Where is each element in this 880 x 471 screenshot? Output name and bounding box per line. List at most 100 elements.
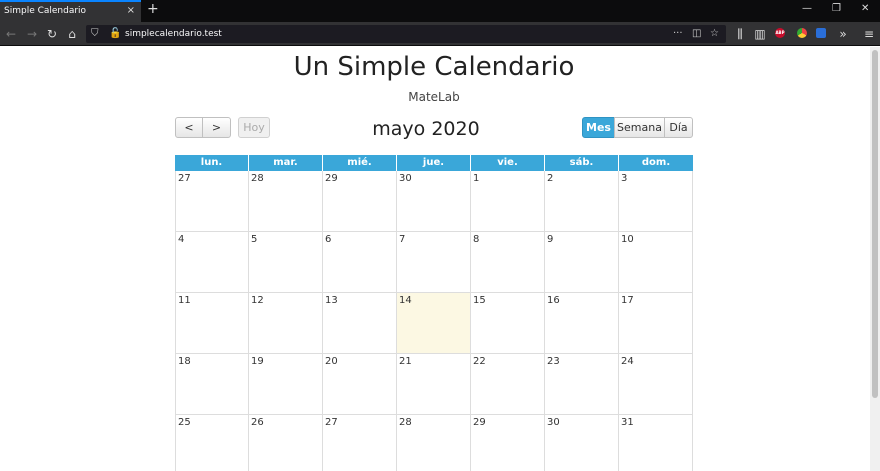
calendar-day-cell[interactable]: 14 (397, 293, 471, 354)
shield-icon[interactable]: ⛉ (91, 27, 99, 41)
calendar-day-cell[interactable]: 13 (323, 293, 397, 354)
day-number: 29 (325, 173, 338, 184)
translate-extension-icon[interactable] (816, 28, 826, 38)
browser-tab[interactable]: Simple Calendario × (0, 0, 141, 22)
tab-title: Simple Calendario (4, 6, 87, 16)
day-number: 10 (621, 234, 634, 245)
chevron-right-icon: > (211, 121, 222, 134)
calendar-day-cell[interactable]: 31 (619, 415, 693, 471)
browser-nav-bar: ← → ↻ ⌂ ⛉ 🔓 simplecalendario.test ··· ◫ … (0, 22, 880, 46)
day-number: 24 (621, 356, 634, 367)
library-icon[interactable]: ⫼ (732, 26, 748, 42)
calendar-day-cell[interactable]: 25 (175, 415, 249, 471)
calendar-day-cell[interactable]: 28 (397, 415, 471, 471)
day-number: 19 (251, 356, 264, 367)
overflow-chevron-icon[interactable]: » (835, 26, 851, 42)
day-number: 28 (251, 173, 264, 184)
day-number: 18 (178, 356, 191, 367)
adblock-icon[interactable]: ABP (775, 28, 785, 38)
calendar-day-cell[interactable]: 7 (397, 232, 471, 293)
sidebar-icon[interactable]: ▥ (752, 26, 768, 42)
menu-icon[interactable]: ≡ (861, 26, 877, 42)
reload-icon[interactable]: ↻ (44, 26, 60, 42)
prev-month-button[interactable]: < (175, 117, 203, 138)
url-text[interactable]: simplecalendario.test (125, 27, 222, 41)
calendar-day-cell[interactable]: 30 (545, 415, 619, 471)
calendar-header-row: lun. mar. mié. jue. vie. sáb. dom. (175, 155, 693, 171)
calendar-day-cell[interactable]: 16 (545, 293, 619, 354)
day-header: mié. (323, 155, 397, 171)
calendar-day-cell[interactable]: 9 (545, 232, 619, 293)
day-number: 26 (251, 417, 264, 428)
calendar-day-cell[interactable]: 1 (471, 171, 545, 232)
day-number: 5 (251, 234, 258, 245)
month-title: mayo 2020 (372, 118, 480, 140)
home-icon[interactable]: ⌂ (64, 26, 80, 42)
tab-close-icon[interactable]: × (127, 2, 135, 20)
calendar-day-cell[interactable]: 22 (471, 354, 545, 415)
calendar-day-cell[interactable]: 29 (323, 171, 397, 232)
calendar-day-cell[interactable]: 27 (175, 171, 249, 232)
day-header: lun. (175, 155, 249, 171)
today-button[interactable]: Hoy (238, 117, 270, 138)
day-number: 29 (473, 417, 486, 428)
forward-icon[interactable]: → (24, 26, 40, 42)
day-number: 31 (621, 417, 634, 428)
view-week-button[interactable]: Semana (614, 117, 665, 138)
calendar-day-cell[interactable]: 12 (249, 293, 323, 354)
restore-button[interactable]: ❐ (832, 3, 841, 14)
calendar-day-cell[interactable]: 2 (545, 171, 619, 232)
day-number: 4 (178, 234, 185, 245)
page-actions-icon[interactable]: ··· (673, 27, 683, 41)
day-header: mar. (249, 155, 323, 171)
day-number: 28 (399, 417, 412, 428)
calendar-day-cell[interactable]: 10 (619, 232, 693, 293)
back-icon[interactable]: ← (3, 26, 19, 42)
calendar-day-cell[interactable]: 27 (323, 415, 397, 471)
scrollbar-thumb[interactable] (872, 50, 878, 398)
calendar-day-cell[interactable]: 24 (619, 354, 693, 415)
day-number: 21 (399, 356, 412, 367)
day-number: 1 (473, 173, 480, 184)
url-bar[interactable]: ⛉ 🔓 simplecalendario.test ··· ◫ ☆ (86, 25, 726, 43)
day-number: 27 (325, 417, 338, 428)
view-month-button[interactable]: Mes (582, 117, 615, 138)
day-number: 2 (547, 173, 554, 184)
calendar-day-cell[interactable]: 17 (619, 293, 693, 354)
calendar-day-cell[interactable]: 20 (323, 354, 397, 415)
day-number: 3 (621, 173, 628, 184)
calendar-day-cell[interactable]: 30 (397, 171, 471, 232)
day-number: 17 (621, 295, 634, 306)
day-header: vie. (471, 155, 545, 171)
calendar-day-cell[interactable]: 23 (545, 354, 619, 415)
day-number: 30 (547, 417, 560, 428)
day-header: jue. (397, 155, 471, 171)
chrome-extension-icon[interactable] (797, 28, 807, 38)
day-number: 8 (473, 234, 480, 245)
bookmark-star-icon[interactable]: ☆ (710, 27, 719, 41)
calendar-day-cell[interactable]: 8 (471, 232, 545, 293)
calendar-day-cell[interactable]: 4 (175, 232, 249, 293)
calendar-day-cell[interactable]: 11 (175, 293, 249, 354)
calendar-day-cell[interactable]: 3 (619, 171, 693, 232)
chevron-left-icon: < (184, 121, 194, 134)
calendar-day-cell[interactable]: 6 (323, 232, 397, 293)
calendar-day-cell[interactable]: 18 (175, 354, 249, 415)
calendar-day-cell[interactable]: 15 (471, 293, 545, 354)
day-number: 16 (547, 295, 560, 306)
calendar-day-cell[interactable]: 21 (397, 354, 471, 415)
window-close-button[interactable]: ✕ (861, 3, 869, 14)
next-month-button[interactable]: > (202, 117, 231, 138)
calendar-day-cell[interactable]: 26 (249, 415, 323, 471)
calendar-day-cell[interactable]: 5 (249, 232, 323, 293)
view-day-button[interactable]: Día (664, 117, 693, 138)
pocket-icon[interactable]: ◫ (692, 27, 701, 41)
calendar-day-cell[interactable]: 19 (249, 354, 323, 415)
page-title: Un Simple Calendario (293, 52, 575, 82)
calendar-day-cell[interactable]: 28 (249, 171, 323, 232)
page-subtitle: MateLab (408, 90, 460, 104)
insecure-lock-icon[interactable]: 🔓 (109, 27, 121, 41)
calendar-day-cell[interactable]: 29 (471, 415, 545, 471)
minimize-button[interactable]: — (802, 3, 812, 14)
new-tab-button[interactable]: + (147, 1, 159, 17)
